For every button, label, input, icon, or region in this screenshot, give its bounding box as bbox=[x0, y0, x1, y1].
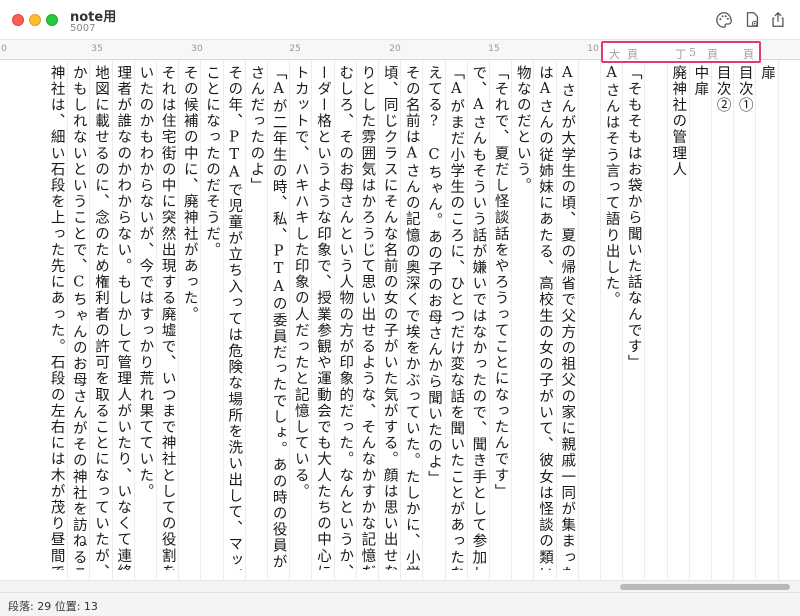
text-line[interactable]: Aさんはそう言って語り出した。 bbox=[602, 65, 622, 570]
text-line[interactable]: 扉 bbox=[757, 65, 777, 570]
column-gridline bbox=[599, 60, 601, 580]
text-line[interactable]: ーダー格というような印象で、授業参観や運動会でも大人たちの中心にいた。ショー bbox=[313, 65, 333, 570]
column-gridline bbox=[67, 60, 69, 580]
text-line[interactable]: その名前はAさんの記憶の奥深くで埃をかぶっていた。たしかに、小学校低学年の bbox=[402, 65, 422, 570]
text-line[interactable]: 中扉 bbox=[690, 65, 710, 570]
column-gridline bbox=[200, 60, 202, 580]
page-header-highlight: 大 頁 丁 5 頁 頁 bbox=[601, 41, 761, 63]
page-header-item: 頁 bbox=[627, 48, 638, 61]
zoom-window-button[interactable] bbox=[46, 14, 58, 26]
column-gridline bbox=[266, 60, 268, 580]
vertical-text-editor[interactable]: 扉目次① 目次② 中扉 廃神社の管理人 「そもそもはお袋から聞いた話なんです」 Aさんはそ… bbox=[0, 60, 800, 580]
column-gridline bbox=[666, 60, 668, 580]
ruler-tick-label: 15 bbox=[488, 44, 500, 54]
column-gridline bbox=[644, 60, 646, 580]
column-gridline bbox=[422, 60, 424, 580]
text-line[interactable]: りとした雰囲気はかろうじて思い出せるような、そんなかすかな記憶だ。 bbox=[357, 65, 377, 570]
column-gridline bbox=[178, 60, 180, 580]
text-line[interactable]: さんだったのよ」 bbox=[246, 65, 266, 570]
ruler-tick-label: 0 bbox=[1, 44, 7, 54]
minimize-window-button[interactable] bbox=[29, 14, 41, 26]
column-gridline bbox=[710, 60, 712, 580]
page-header-item: 丁 bbox=[675, 48, 686, 61]
text-line[interactable]: 「それで、夏だし怪談話をやろうってことになったんです」 bbox=[491, 65, 511, 570]
column-gridline bbox=[577, 60, 579, 580]
text-line[interactable]: 頃、同じクラスにそんな名前の女の子がいた気がする。顔は思い出せないが、ぼんや bbox=[380, 65, 400, 570]
text-line[interactable]: 廃神社の管理人 bbox=[668, 65, 688, 570]
page-header-item: 大 bbox=[609, 48, 620, 61]
column-gridline bbox=[400, 60, 402, 580]
text-line[interactable]: で、Aさんもそういう話が嫌いではなかったので、聞き手として参加した。何番目か bbox=[468, 65, 488, 570]
page-header-item: 5 bbox=[689, 46, 696, 59]
text-line[interactable]: 目次② bbox=[713, 65, 733, 570]
text-line[interactable]: Aさんが大学生の頃、夏の帰省で父方の祖父の家に親戚一同が集まった。その中に bbox=[557, 65, 577, 570]
text-line[interactable]: 「Aが二年生の時、私、PTAの委員だったでしょ。あの時の役員がCちゃんのお母 bbox=[269, 65, 289, 570]
text-line[interactable]: その年、PTAで児童が立ち入っては危険な場所を洗い出して、マップを作成する bbox=[224, 65, 244, 570]
text-line[interactable]: ことになったのだそうだ。 bbox=[202, 65, 222, 570]
text-line[interactable]: 地図に載せるのに、念のため権利者の許可を取ることになっていたが、神社の管 bbox=[91, 65, 111, 570]
column-gridline bbox=[688, 60, 690, 580]
text-line[interactable] bbox=[646, 65, 666, 570]
text-line[interactable]: それは住宅街の中に突然出現する廃墟で、いつまで神社としての役割を果たして bbox=[158, 65, 178, 570]
horizontal-scrollbar[interactable] bbox=[0, 580, 800, 592]
text-line[interactable]: いたのかもわからないが、今ではすっかり荒れ果てていた。 bbox=[135, 65, 155, 570]
ruler-tick-label: 25 bbox=[289, 44, 301, 54]
ruler-tick-label: 35 bbox=[91, 44, 103, 54]
column-gridline bbox=[155, 60, 157, 580]
text-line[interactable]: 理者が誰なのかわからない。もしかして管理人がいたり、いなくて連絡先がわかる bbox=[113, 65, 133, 570]
column-gridline bbox=[488, 60, 490, 580]
text-line[interactable]: 物なのだという。 bbox=[513, 65, 533, 570]
column-gridline bbox=[333, 60, 335, 580]
column-gridline bbox=[622, 60, 624, 580]
column-gridline bbox=[355, 60, 357, 580]
column-gridline bbox=[511, 60, 513, 580]
text-columns: 扉目次① 目次② 中扉 廃神社の管理人 「そもそもはお袋から聞いた話なんです」 Aさんはそ… bbox=[0, 60, 800, 580]
ruler-tick-label: 30 bbox=[191, 44, 203, 54]
column-gridline bbox=[733, 60, 735, 580]
column-gridline bbox=[444, 60, 446, 580]
text-line[interactable]: 「Aがまだ小学生のころに、ひとつだけ変な話を聞いたことがあったな。ほらA、覚 bbox=[446, 65, 466, 570]
text-line[interactable]: はAさんの従姉妹にあたる、高校生の女の子がいて、彼女は怪談の類いのものが大好 bbox=[535, 65, 555, 570]
palette-icon[interactable] bbox=[714, 10, 734, 30]
column-gridline bbox=[311, 60, 313, 580]
column-gridline bbox=[777, 60, 779, 580]
share-icon[interactable] bbox=[768, 10, 788, 30]
text-line[interactable]: その候補の中に、廃神社があった。 bbox=[180, 65, 200, 570]
scrollbar-thumb[interactable] bbox=[620, 584, 790, 590]
page-header-item: 頁 bbox=[743, 48, 754, 61]
column-gridline bbox=[377, 60, 379, 580]
ruler-tick-label: 20 bbox=[389, 44, 401, 54]
cursor-position-status: 段落: 29 位置: 13 bbox=[8, 600, 98, 613]
document-settings-icon[interactable] bbox=[742, 10, 762, 30]
column-gridline bbox=[466, 60, 468, 580]
column-gridline bbox=[555, 60, 557, 580]
title-bar: note用 5007 bbox=[0, 0, 800, 40]
column-gridline bbox=[89, 60, 91, 580]
text-line[interactable]: むしろ、そのお母さんという人物の方が印象的だった。なんというか、親たちのリ bbox=[335, 65, 355, 570]
column-gridline bbox=[111, 60, 113, 580]
text-line[interactable]: かもしれないということで、Cちゃんのお母さんがその神社を訪ねることになった。 bbox=[69, 65, 89, 570]
column-gridline bbox=[133, 60, 135, 580]
column-gridline bbox=[222, 60, 224, 580]
close-window-button[interactable] bbox=[12, 14, 24, 26]
text-line[interactable]: 「そもそもはお袋から聞いた話なんです」 bbox=[624, 65, 644, 570]
text-line[interactable]: 神社は、細い石段を上った先にあった。石段の左右には木が茂り昼間でも薄暗い。 bbox=[47, 65, 67, 570]
text-line[interactable]: 目次① bbox=[735, 65, 755, 570]
page-header-item: 頁 bbox=[707, 48, 718, 61]
status-bar: 段落: 29 位置: 13 bbox=[0, 592, 800, 616]
document-subtitle: 5007 bbox=[70, 23, 96, 34]
text-line[interactable]: トカットで、ハキハキした印象の人だったと記憶している。 bbox=[291, 65, 311, 570]
column-gridline bbox=[289, 60, 291, 580]
column-gridline bbox=[533, 60, 535, 580]
text-line[interactable] bbox=[579, 65, 599, 570]
text-line[interactable]: えてる? Cちゃん。あの子のお母さんから聞いたのよ」 bbox=[424, 65, 444, 570]
column-gridline bbox=[244, 60, 246, 580]
column-gridline bbox=[755, 60, 757, 580]
ruler-tick-label: 10 bbox=[587, 44, 599, 54]
